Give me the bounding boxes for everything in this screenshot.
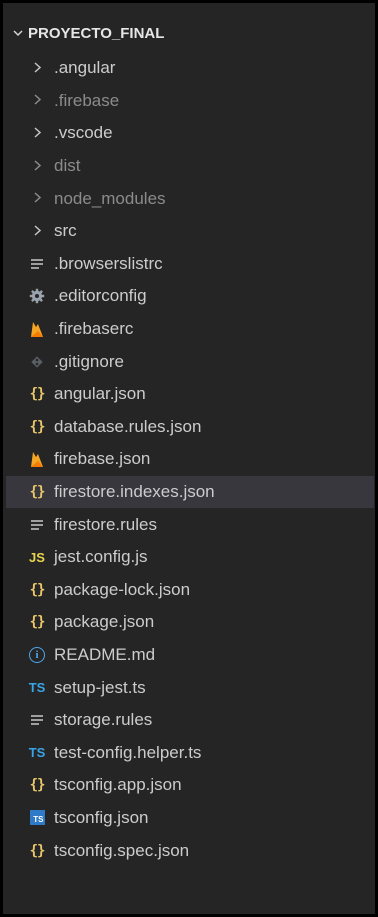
project-root-label: PROYECTO_FINAL [28, 24, 165, 42]
chevron-right-icon [28, 91, 46, 111]
file-item[interactable]: {} tsconfig.app.json [6, 769, 374, 802]
file-label: tsconfig.spec.json [54, 840, 190, 860]
file-item[interactable]: .editorconfig [6, 280, 374, 313]
folder-label: src [54, 221, 77, 241]
gear-icon [28, 286, 46, 306]
folder-label: .firebase [54, 90, 120, 110]
file-label: .editorconfig [54, 286, 147, 306]
file-item[interactable]: firebase.json [6, 443, 374, 476]
chevron-right-icon [28, 156, 46, 176]
firebase-icon [28, 319, 46, 339]
file-label: angular.json [54, 384, 146, 404]
file-label: firebase.json [54, 449, 151, 469]
file-item[interactable]: {} angular.json [6, 378, 374, 411]
json-braces-icon: {} [29, 386, 46, 403]
folder-item[interactable]: .vscode [6, 117, 374, 150]
file-item[interactable]: JS jest.config.js [6, 541, 374, 574]
chevron-right-icon [28, 58, 46, 78]
file-item[interactable]: {} package.json [6, 606, 374, 639]
javascript-icon: JS [29, 549, 45, 565]
file-label: package-lock.json [54, 579, 191, 599]
file-item[interactable]: .gitignore [6, 345, 374, 378]
text-lines-icon [28, 710, 46, 730]
file-label: firestore.indexes.json [54, 482, 215, 502]
chevron-down-icon [6, 27, 28, 39]
json-braces-icon: {} [29, 581, 46, 598]
file-item[interactable]: TS tsconfig.json [6, 802, 374, 835]
file-item[interactable]: TS test-config.helper.ts [6, 736, 374, 769]
file-explorer: PROYECTO_FINAL .angular .firebase .vscode d… [0, 0, 378, 917]
file-item[interactable]: {} database.rules.json [6, 411, 374, 444]
file-label: README.md [54, 644, 156, 664]
chevron-right-icon [28, 221, 46, 241]
git-icon [28, 352, 46, 372]
chevron-right-icon [28, 189, 46, 209]
project-root-folder[interactable]: PROYECTO_FINAL [6, 17, 374, 49]
file-label: database.rules.json [54, 416, 202, 436]
folder-item[interactable]: .firebase [6, 85, 374, 118]
info-icon: i [28, 645, 46, 665]
file-tree: .angular .firebase .vscode dist node_modules… [6, 52, 374, 867]
folder-label: node_modules [54, 188, 166, 208]
chevron-right-icon [28, 123, 46, 143]
file-label: firestore.rules [54, 514, 157, 534]
json-braces-icon: {} [29, 484, 46, 501]
folder-label: .angular [54, 58, 116, 78]
json-braces-icon: {} [29, 777, 46, 794]
text-lines-icon [28, 254, 46, 274]
folder-item[interactable]: .angular [6, 52, 374, 85]
file-item[interactable]: TS setup-jest.ts [6, 671, 374, 704]
text-lines-icon [28, 515, 46, 535]
file-item[interactable]: i README.md [6, 639, 374, 672]
folder-label: dist [54, 156, 81, 176]
file-label: .gitignore [54, 351, 124, 371]
folder-item[interactable]: dist [6, 150, 374, 183]
file-label: tsconfig.json [54, 807, 149, 827]
file-item[interactable]: storage.rules [6, 704, 374, 737]
file-item[interactable]: {} firestore.indexes.json [6, 475, 374, 509]
typescript-icon: TS [28, 680, 46, 696]
file-label: .browserslistrc [54, 253, 163, 273]
file-label: tsconfig.app.json [54, 775, 182, 795]
file-label: test-config.helper.ts [54, 742, 202, 762]
json-braces-icon: {} [29, 418, 46, 435]
file-item[interactable]: {} package-lock.json [6, 574, 374, 607]
firebase-icon [28, 449, 46, 469]
file-item[interactable]: .firebaserc [6, 313, 374, 346]
file-label: .firebaserc [54, 319, 134, 339]
file-item[interactable]: {} tsconfig.spec.json [6, 834, 374, 867]
json-braces-icon: {} [29, 842, 46, 859]
file-label: package.json [54, 612, 155, 632]
file-label: jest.config.js [54, 547, 148, 567]
folder-label: .vscode [54, 123, 113, 143]
folder-item[interactable]: src [6, 215, 374, 248]
file-item[interactable]: firestore.rules [6, 508, 374, 541]
file-label: storage.rules [54, 710, 153, 730]
json-braces-icon: {} [29, 614, 46, 631]
file-item[interactable]: .browserslistrc [6, 248, 374, 281]
typescript-icon: TS [28, 745, 46, 761]
file-label: setup-jest.ts [54, 677, 146, 697]
tsconfig-icon: TS [28, 808, 46, 828]
folder-item[interactable]: node_modules [6, 182, 374, 215]
